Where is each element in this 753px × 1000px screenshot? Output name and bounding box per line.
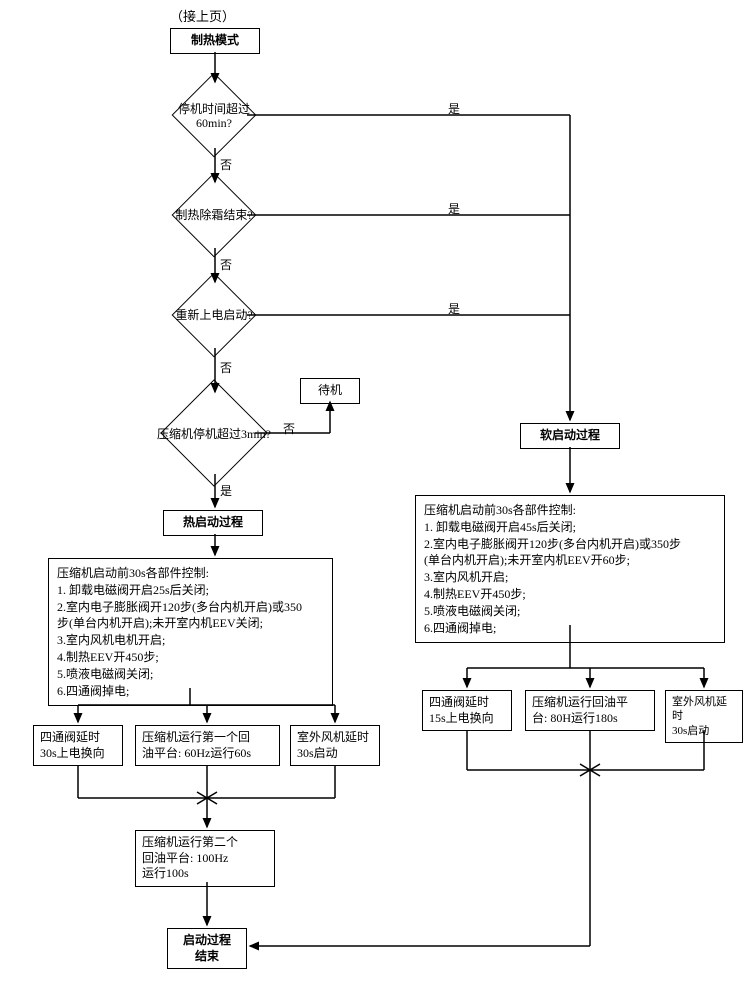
hot-d: 压缩机运行第二个 回油平台: 100Hz 运行100s bbox=[135, 830, 275, 887]
soft-b: 压缩机运行回油平 台: 80H运行180s bbox=[525, 690, 655, 731]
d1-yes: 是 bbox=[448, 100, 460, 117]
soft-start-title: 软启动过程 bbox=[520, 423, 620, 449]
d4-no: 否 bbox=[283, 420, 295, 437]
d3-no: 否 bbox=[220, 359, 232, 376]
d2-diamond bbox=[172, 173, 257, 258]
d3-yes: 是 bbox=[448, 300, 460, 317]
d2-no: 否 bbox=[220, 256, 232, 273]
hot-c: 室外风机延时 30s启动 bbox=[290, 725, 380, 766]
soft-c: 室外风机延时 30s启动 bbox=[665, 690, 743, 743]
d4-diamond bbox=[160, 379, 267, 486]
standby-node: 待机 bbox=[300, 378, 360, 404]
start-node: 制热模式 bbox=[170, 28, 260, 54]
header-note: （接上页） bbox=[170, 6, 235, 25]
d3-diamond bbox=[172, 273, 257, 358]
hot-a: 四通阀延时 30s上电换向 bbox=[33, 725, 123, 766]
hot-start-title: 热启动过程 bbox=[163, 510, 263, 536]
end-node: 启动过程 结束 bbox=[167, 928, 247, 969]
hot-b: 压缩机运行第一个回 油平台: 60Hz运行60s bbox=[135, 725, 280, 766]
soft-a: 四通阀延时 15s上电换向 bbox=[422, 690, 512, 731]
soft-start-body: 压缩机启动前30s各部件控制: 1. 卸载电磁阀开启45s后关闭; 2.室内电子… bbox=[415, 495, 725, 643]
hot-start-body: 压缩机启动前30s各部件控制: 1. 卸载电磁阀开启25s后关闭; 2.室内电子… bbox=[48, 558, 333, 706]
d2-yes: 是 bbox=[448, 200, 460, 217]
d1-diamond bbox=[172, 73, 257, 158]
d1-no: 否 bbox=[220, 156, 232, 173]
d4-yes: 是 bbox=[220, 482, 232, 499]
